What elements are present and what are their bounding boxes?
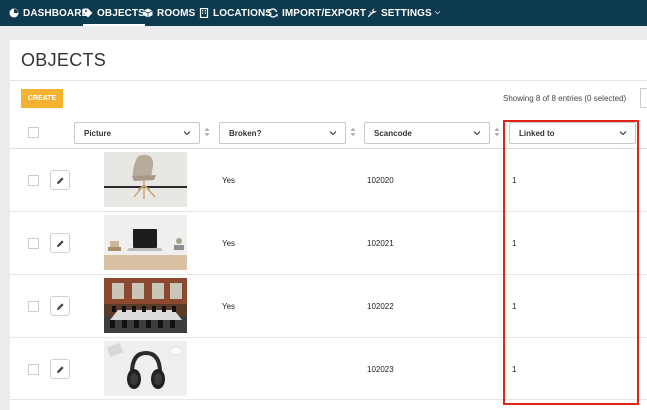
pencil-icon <box>56 365 64 373</box>
sort-icon[interactable] <box>204 127 210 137</box>
pencil-icon <box>56 176 64 184</box>
scancode-cell: 102021 <box>367 239 394 248</box>
nav-locations-label: LOCATIONS <box>213 7 273 19</box>
edit-button[interactable] <box>50 170 70 190</box>
entries-count: Showing 8 of 8 entries (0 selected) <box>503 94 627 103</box>
scancode-cell: 102022 <box>367 302 394 311</box>
title-divider <box>10 80 647 81</box>
column-filter-scancode[interactable]: Scancode <box>364 122 490 144</box>
sort-icon[interactable] <box>350 127 356 137</box>
tag-icon <box>83 8 93 18</box>
sort-icon[interactable] <box>494 127 500 137</box>
scancode-cell: 102020 <box>367 176 394 185</box>
chevron-down-icon <box>329 131 337 136</box>
object-picture <box>104 278 187 333</box>
edit-button[interactable] <box>50 233 70 253</box>
nav-dashboard[interactable]: DASHBOARD <box>9 0 89 26</box>
nav-settings-label: SETTINGS <box>381 7 432 19</box>
edit-button[interactable] <box>50 296 70 316</box>
dashboard-icon <box>9 8 19 18</box>
wrench-icon <box>367 8 377 18</box>
column-label-picture: Picture <box>84 128 112 138</box>
pencil-icon <box>56 239 64 247</box>
column-filter-picture[interactable]: Picture <box>74 122 200 144</box>
create-button[interactable]: CREATE <box>21 89 63 108</box>
edit-button[interactable] <box>50 359 70 379</box>
page-title: OBJECTS <box>21 50 107 70</box>
cube-icon <box>143 8 153 18</box>
nav-locations[interactable]: LOCATIONS <box>199 0 272 26</box>
nav-objects[interactable]: OBJECTS <box>83 0 145 26</box>
row-checkbox[interactable] <box>28 364 39 375</box>
column-label-scancode: Scancode <box>374 128 412 138</box>
top-navigation: DASHBOARD OBJECTS ROOMS LOCATIONS IMPORT… <box>0 0 647 26</box>
object-picture <box>104 152 187 207</box>
row-checkbox[interactable] <box>28 238 39 249</box>
object-picture <box>104 341 187 396</box>
broken-cell: Yes <box>222 239 236 248</box>
nav-import-export-label: IMPORT/EXPORT <box>282 7 367 19</box>
pencil-icon <box>56 302 64 310</box>
row-checkbox[interactable] <box>28 175 39 186</box>
broken-cell: Yes <box>222 302 236 311</box>
nav-rooms[interactable]: ROOMS <box>143 0 195 26</box>
linked-to-column-highlight <box>503 120 639 405</box>
nav-objects-label: OBJECTS <box>97 7 145 19</box>
column-visibility-button[interactable] <box>640 88 647 108</box>
row-checkbox[interactable] <box>28 301 39 312</box>
nav-settings[interactable]: SETTINGS ⌵ <box>367 0 440 26</box>
column-filter-broken[interactable]: Broken? <box>219 122 346 144</box>
column-label-broken: Broken? <box>229 128 262 138</box>
chevron-down-icon <box>183 131 191 136</box>
building-icon <box>199 8 209 18</box>
nav-dashboard-label: DASHBOARD <box>23 7 89 19</box>
nav-rooms-label: ROOMS <box>157 7 196 19</box>
scancode-cell: 102023 <box>367 365 394 374</box>
select-all-checkbox[interactable] <box>28 127 39 138</box>
object-picture <box>104 215 187 270</box>
broken-cell: Yes <box>222 176 236 185</box>
nav-import-export[interactable]: IMPORT/EXPORT ⌵ <box>268 0 375 26</box>
sync-icon <box>268 8 278 18</box>
chevron-down-icon: ⌵ <box>434 9 441 16</box>
chevron-down-icon <box>473 131 481 136</box>
